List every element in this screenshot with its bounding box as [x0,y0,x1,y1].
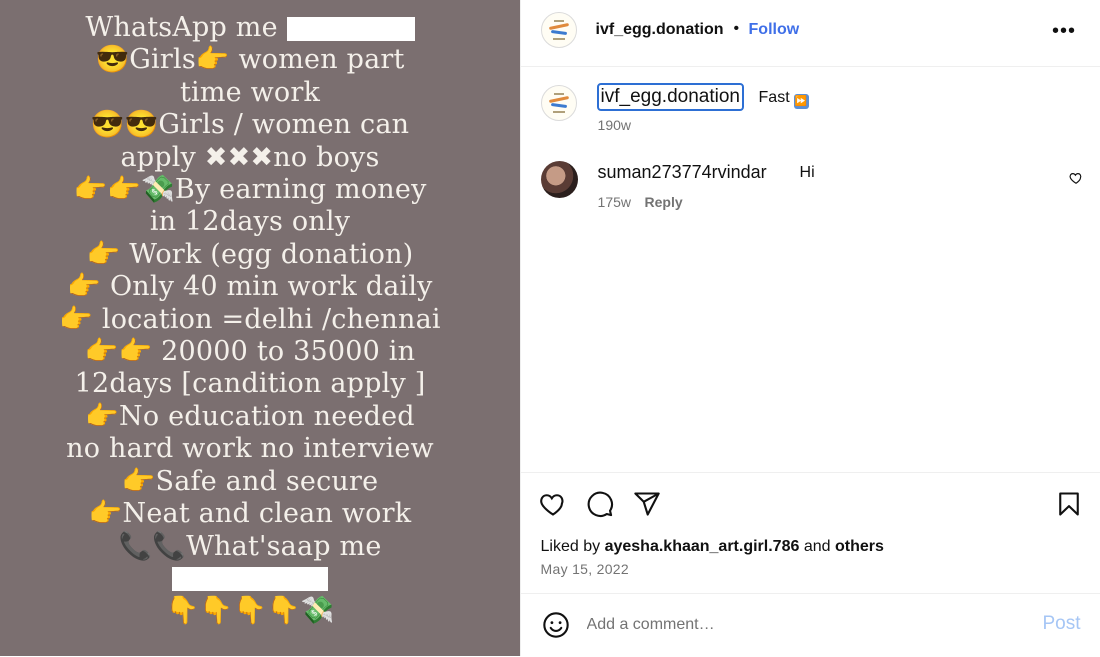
header-username[interactable]: ivf_egg.donation [596,21,724,39]
post-date[interactable]: May 15, 2022 [541,561,629,577]
image-text-line: 👉 Work (egg donation) [86,238,414,270]
caption-timestamp[interactable]: 190w [598,117,631,133]
like-heart-icon[interactable] [539,490,567,518]
instagram-post-view: WhatsApp me 😎Girls👉 women part time work… [0,0,1100,656]
image-text-line: no hard work no interview [66,433,434,465]
post-caption: ivf_egg.donation Fast ⏩ 190w [521,67,1100,147]
post-image[interactable]: WhatsApp me 😎Girls👉 women part time work… [0,0,520,656]
more-horizontal-icon[interactable]: ••• [1052,20,1076,43]
likes-summary: Liked by ayesha.khaan_art.girl.786 and o… [541,538,884,556]
caption-text: Fast ⏩ [759,89,809,109]
comment-username[interactable]: suman273774rvindar [598,162,767,183]
header-separator: • [733,20,740,37]
redacted-box [172,567,328,592]
comment-timestamp[interactable]: 175w [598,194,631,210]
image-text-line: 👉Neat and clean work [88,498,412,530]
share-send-icon[interactable] [633,490,661,518]
image-text-line: 👉👉💸By earning money [73,174,427,206]
image-text-line: 👉 location =delhi /chennai [59,303,441,335]
image-text-line: 👉Safe and secure [121,465,379,497]
image-text-line: 📞📞What'saap me [118,530,382,562]
image-text-line: WhatsApp me [0,12,500,44]
comment-item: suman273774rvindar Hi 175w Reply [521,155,1100,225]
image-text-line [0,563,500,595]
heart-outline-icon[interactable] [1069,171,1083,185]
image-text-line: time work [179,76,321,108]
liked-by-others-link[interactable]: others [835,538,884,555]
caption-username[interactable]: ivf_egg.donation [596,83,744,111]
add-comment-bar: Post [520,593,1100,657]
liked-by-and: and [803,538,831,555]
post-header: ivf_egg.donation • Follow ••• [520,0,1100,67]
caption-avatar[interactable] [540,85,577,121]
post-comment-button[interactable]: Post [1043,613,1081,635]
redacted-box [286,16,415,41]
caption-text-content: Fast [758,89,790,106]
post-image-text: WhatsApp me 😎Girls👉 women part time work… [0,12,500,628]
image-text-line: 👉No education needed [85,400,415,432]
image-text-line: apply ✖✖✖no boys [120,141,380,173]
liked-by-prefix: Liked by [540,538,601,555]
liked-by-user-link[interactable]: ayesha.khaan_art.girl.786 [605,538,800,555]
follow-button[interactable]: Follow [749,21,800,39]
image-text-line: 👇👇👇👇💸 [165,595,335,627]
fast-forward-icon: ⏩ [793,94,809,109]
account-avatar[interactable] [540,12,577,48]
comment-text: Hi [799,164,815,181]
bookmark-icon[interactable] [1055,490,1083,518]
commenter-avatar[interactable] [540,161,578,198]
image-text-line: 👉 Only 40 min work daily [67,271,433,303]
image-text-line: in 12days only [149,206,351,238]
image-text-line: 😎😎Girls / women can [90,109,410,141]
comment-input[interactable] [586,612,1007,638]
image-text-line: 12days [candition apply ] [74,368,426,400]
comment-bubble-icon[interactable] [586,490,614,518]
image-text-line: 😎Girls👉 women part [95,44,405,76]
image-text-line: 👉👉 20000 to 35000 in [84,336,416,368]
post-side-panel: ivf_egg.donation • Follow ••• ivf_egg.do… [519,0,1100,657]
post-actions: Liked by ayesha.khaan_art.girl.786 and o… [520,472,1100,593]
emoji-smiley-icon[interactable] [542,611,570,639]
reply-button[interactable]: Reply [645,194,683,210]
